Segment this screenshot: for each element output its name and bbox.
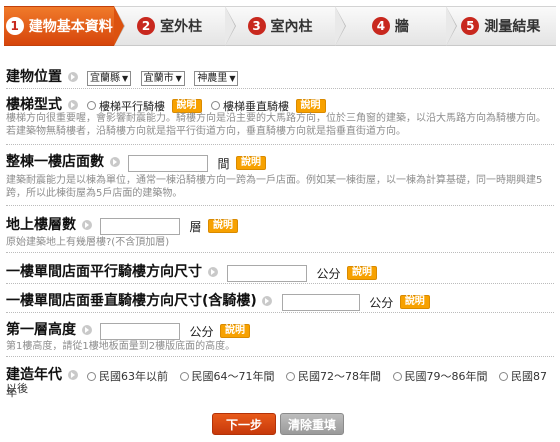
step-5-number: 5: [461, 17, 480, 35]
shop-count-unit: 間: [217, 156, 230, 171]
village-select[interactable]: 神農里 ▼: [194, 70, 239, 86]
shop-count-label: 整棟一樓店面數: [6, 154, 104, 170]
floors-label: 地上樓層數: [6, 217, 76, 233]
step-4-number: 4: [371, 17, 390, 35]
width-parallel-explain-button[interactable]: 說明: [347, 266, 378, 280]
shop-count-note: 建築耐震能力是以棟為單位，通常一棟沿騎樓方向一跨為一戶店面。例如某一棟街屋，以一…: [6, 175, 543, 199]
step-progress-bar: 1 建物基本資料 2 室外柱 3 室內柱 4 牆 5 測量結果: [4, 6, 557, 46]
first-floor-height-explain-button[interactable]: 說明: [220, 324, 251, 338]
floors-row: 地上樓層數 層 說明: [6, 214, 554, 235]
year-option-5-wrap: 以後: [6, 382, 28, 395]
help-arrow-icon: [81, 325, 92, 335]
stair-type-row: 樓梯型式 樓梯平行騎樓 說明 樓梯垂直騎樓 說明: [6, 94, 554, 114]
width-parallel-row: 一樓單間店面平行騎樓方向尺寸 公分 說明: [6, 261, 554, 282]
floors-unit: 層: [189, 219, 202, 234]
floors-explain-button[interactable]: 說明: [208, 219, 239, 233]
help-arrow-icon: [262, 296, 273, 306]
city-select[interactable]: 宜蘭市 ▼: [140, 70, 185, 86]
stair-type-label: 樓梯型式: [6, 97, 62, 113]
first-floor-height-input[interactable]: [100, 322, 180, 340]
floors-note: 原始建築地上有幾層樓?(不含頂加層): [6, 237, 170, 248]
step-4-label: 牆: [394, 19, 409, 35]
step-4[interactable]: 4 牆: [335, 6, 457, 46]
step-5[interactable]: 5 測量結果: [445, 6, 557, 46]
shop-count-explain-button[interactable]: 說明: [236, 156, 267, 170]
location-label: 建物位置: [6, 69, 62, 85]
width-parallel-label: 一樓單間店面平行騎樓方向尺寸: [6, 264, 202, 280]
help-arrow-icon: [67, 72, 78, 82]
step-1-label: 建物基本資料: [28, 19, 113, 35]
help-arrow-icon: [109, 157, 120, 167]
step-3-label: 室內柱: [270, 19, 313, 35]
stair-perp-explain-button[interactable]: 說明: [295, 99, 326, 113]
step-2-number: 2: [137, 17, 156, 35]
step-2[interactable]: 2 室外柱: [114, 6, 236, 46]
divider: [6, 205, 554, 206]
divider: [6, 312, 554, 313]
help-arrow-icon: [207, 267, 218, 277]
stair-note: 樓梯方向很重要喔，會影響耐震能力。騎樓方向是沿主要的大馬路方向，位於三角窗的建築…: [6, 113, 546, 137]
stair-explain-button[interactable]: 說明: [171, 99, 202, 113]
location-row: 建物位置 宜蘭縣 ▼ 宜蘭市 ▼ 神農里 ▼: [6, 66, 554, 86]
help-arrow-icon: [67, 370, 78, 380]
step-3-number: 3: [247, 17, 266, 35]
step-2-label: 室外柱: [160, 19, 203, 35]
step-1-number: 1: [5, 17, 24, 35]
help-arrow-icon: [81, 220, 92, 230]
divider: [6, 252, 554, 253]
width-parallel-unit: 公分: [316, 266, 341, 281]
next-step-button[interactable]: 下一步: [212, 413, 276, 435]
help-arrow-icon: [67, 100, 78, 110]
first-floor-height-unit: 公分: [189, 324, 214, 339]
first-floor-height-label: 第一層高度: [6, 322, 76, 338]
divider: [6, 88, 554, 89]
step-3[interactable]: 3 室內柱: [224, 6, 347, 46]
divider: [6, 356, 554, 357]
shop-count-input[interactable]: [128, 154, 208, 172]
step-5-label: 測量結果: [484, 19, 541, 35]
width-perp-unit: 公分: [369, 295, 394, 310]
floors-input[interactable]: [100, 217, 180, 235]
divider: [6, 283, 554, 284]
shop-count-row: 整棟一樓店面數 間 說明: [6, 151, 554, 172]
first-floor-height-row: 第一層高度 公分 說明: [6, 319, 554, 340]
width-perp-row: 一樓單間店面垂直騎樓方向尺寸(含騎樓) 公分 說明: [6, 290, 554, 311]
stair-parallel-radio[interactable]: [87, 100, 96, 110]
county-select[interactable]: 宜蘭縣 ▼: [87, 70, 132, 86]
divider: [6, 144, 554, 145]
width-perp-label: 一樓單間店面垂直騎樓方向尺寸(含騎樓): [6, 293, 257, 309]
step-1[interactable]: 1 建物基本資料: [4, 6, 126, 46]
clear-button[interactable]: 清除重填: [280, 413, 344, 435]
stair-perpendicular-radio[interactable]: [211, 100, 220, 110]
width-perp-explain-button[interactable]: 說明: [399, 295, 430, 309]
width-perp-input[interactable]: [281, 293, 360, 311]
width-parallel-input[interactable]: [227, 264, 307, 282]
first-floor-height-note: 第1樓高度，請從1樓地板面量到2樓版底面的高度。: [6, 341, 236, 352]
